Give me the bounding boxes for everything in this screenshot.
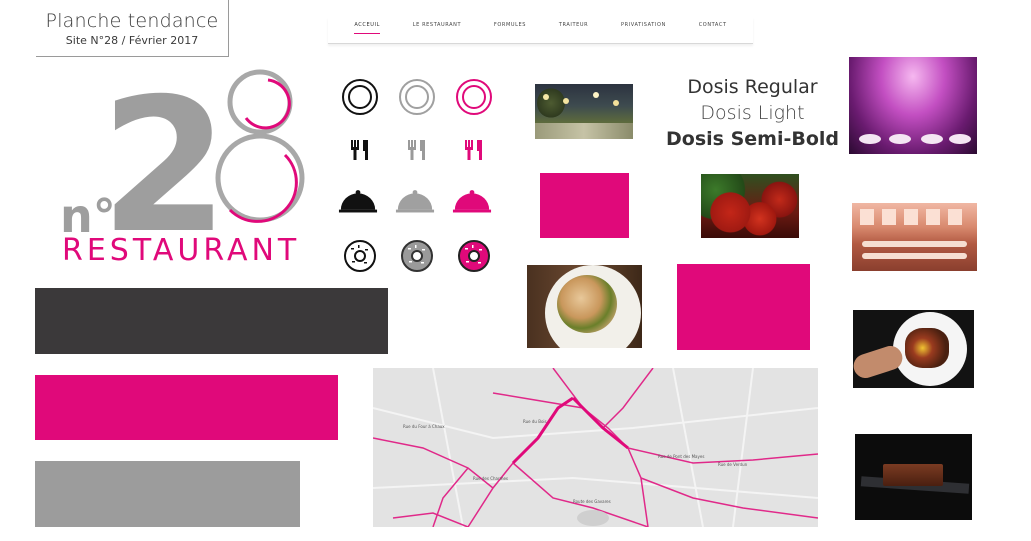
font-sample-semibold: Dosis Semi-Bold [666, 128, 839, 150]
map-street-label: Rue de Pont des Mayes [658, 454, 704, 459]
map-street-label: Rue des Charmes [473, 476, 508, 481]
photo-tomatoes [701, 174, 799, 238]
photo-pasta-dish [527, 265, 642, 348]
color-swatch-pink-small [540, 173, 629, 238]
photo-event-hall [849, 57, 977, 154]
photo-plated-dish [853, 310, 974, 388]
font-sample-light: Dosis Light [700, 102, 805, 124]
color-swatch-pink-medium [677, 264, 810, 350]
color-swatch-dark [35, 288, 388, 354]
nav-item-traiteur[interactable]: TRAITEUR [559, 22, 588, 33]
nav-item-acceuil[interactable]: ACCEUIL [354, 22, 380, 34]
map-street-label: Rue de Verdun [718, 462, 748, 467]
cutlery-icon [454, 130, 494, 170]
page-title: Planche tendance [45, 10, 219, 32]
nav-item-formules[interactable]: FORMULES [494, 22, 526, 33]
donut-icon [397, 236, 437, 276]
cloche-icon [452, 182, 492, 222]
cutlery-icon [340, 130, 380, 170]
photo-terrace [535, 84, 633, 139]
cutlery-icon [397, 130, 437, 170]
typography-specimen: Dosis Regular Dosis Light Dosis Semi-Bol… [665, 74, 840, 152]
plate-icon [397, 77, 437, 117]
font-sample-regular: Dosis Regular [687, 76, 818, 98]
title-card: Planche tendance Site N°28 / Février 201… [36, 0, 229, 57]
donut-icon [340, 236, 380, 276]
logo-wordmark: RESTAURANT [62, 233, 301, 268]
color-swatch-pink [35, 375, 338, 440]
photo-chocolate-cake [855, 434, 972, 520]
photo-dining-room [852, 203, 977, 271]
plate-icon [454, 77, 494, 117]
nav-item-le-restaurant[interactable]: LE RESTAURANT [413, 22, 461, 33]
website-nav-mockup: ACCEUIL LE RESTAURANT FORMULES TRAITEUR … [328, 17, 753, 44]
donut-icon [454, 236, 494, 276]
nav-item-privatisation[interactable]: PRIVATISATION [621, 22, 666, 33]
cloche-icon [338, 182, 378, 222]
logo-number-8 [215, 69, 305, 223]
plate-icon [340, 77, 380, 117]
cloche-icon [395, 182, 435, 222]
map[interactable]: Rue du Four à Chaux Rue des Charmes Rue … [373, 368, 818, 527]
map-street-label: Rue du Bois [523, 419, 547, 424]
map-street-label: Rue du Four à Chaux [403, 424, 445, 429]
map-street-label: Route des Gavares [573, 499, 611, 504]
page-subtitle: Site N°28 / Février 2017 [65, 34, 199, 47]
nav-item-contact[interactable]: CONTACT [699, 22, 727, 33]
color-swatch-gray [35, 461, 300, 527]
